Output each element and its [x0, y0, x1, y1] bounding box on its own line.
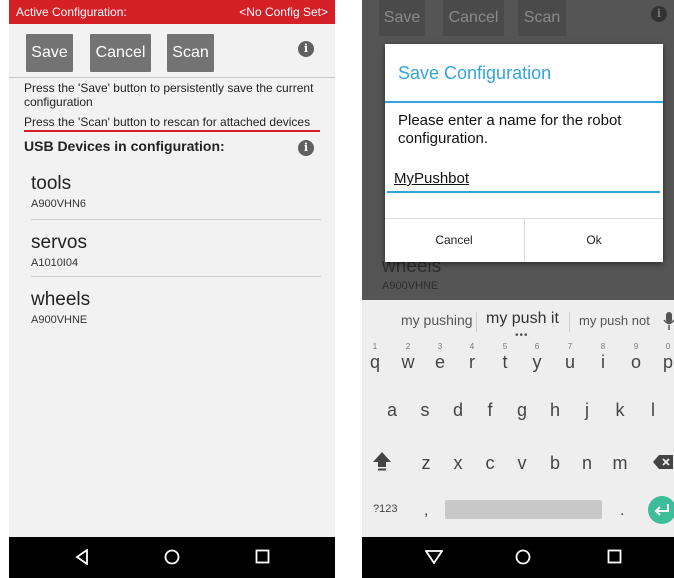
recents-icon[interactable]	[255, 549, 270, 564]
device-name: tools	[31, 173, 72, 194]
right-phone-screen: Save Cancel Scan i wheels A900VHNE Save …	[362, 0, 674, 578]
key-s[interactable]: s	[413, 400, 437, 421]
key-c[interactable]: c	[478, 453, 502, 474]
config-name-value: MyPushbot	[394, 170, 470, 187]
device-item-wheels[interactable]: wheels A900VHNE	[31, 289, 321, 326]
left-phone-screen: Active Configuration: <No Config Set> Sa…	[9, 0, 335, 578]
list-divider	[31, 219, 321, 220]
device-serial: A1010I04	[31, 257, 79, 269]
key-u[interactable]: 7u	[558, 342, 582, 373]
navigation-bar	[362, 537, 674, 578]
key-i[interactable]: 8i	[591, 342, 615, 373]
key-d[interactable]: d	[446, 400, 470, 421]
key-w[interactable]: 2w	[396, 342, 420, 373]
key-k[interactable]: k	[608, 400, 632, 421]
more-suggestions-icon[interactable]: •••	[515, 330, 529, 341]
config-name-input[interactable]: MyPushbot	[387, 168, 660, 193]
suggestion-right[interactable]: my push not	[579, 313, 650, 328]
scan-button[interactable]: Scan	[167, 34, 214, 72]
scan-button-dimmed: Scan	[518, 0, 566, 36]
save-button[interactable]: Save	[26, 34, 73, 72]
key-h[interactable]: h	[543, 400, 567, 421]
soft-keyboard: my pushing my push it ••• my push not 1q…	[362, 300, 674, 537]
key-period[interactable]: .	[620, 502, 624, 520]
usb-devices-heading: USB Devices in configuration:	[24, 138, 225, 154]
key-o[interactable]: 9o	[624, 342, 648, 373]
device-item-tools[interactable]: tools A900VHN6	[31, 173, 321, 210]
device-name: wheels	[31, 289, 91, 310]
key-b[interactable]: b	[543, 453, 567, 474]
dialog-ok-button[interactable]: Ok	[525, 219, 663, 262]
key-y[interactable]: 6y	[525, 342, 549, 373]
cancel-button[interactable]: Cancel	[90, 34, 151, 72]
key-x[interactable]: x	[446, 453, 470, 474]
device-name: servos	[31, 232, 87, 253]
suggestion-divider	[569, 312, 570, 332]
dialog-prompt: Please enter a name for the robot config…	[398, 112, 622, 147]
config-name: <No Config Set>	[239, 5, 328, 19]
key-f[interactable]: f	[478, 400, 502, 421]
key-p[interactable]: 0p	[656, 342, 674, 373]
cancel-button-dimmed: Cancel	[443, 0, 504, 36]
save-hint-text: Press the 'Save' button to persistently …	[24, 81, 314, 109]
list-divider	[31, 276, 321, 277]
home-icon[interactable]	[164, 549, 180, 565]
key-v[interactable]: v	[510, 453, 534, 474]
save-button-dimmed: Save	[379, 0, 425, 36]
dialog-title-divider	[385, 101, 663, 103]
key-l[interactable]: l	[641, 400, 665, 421]
key-r[interactable]: 4r	[460, 342, 484, 373]
recents-icon[interactable]	[607, 549, 622, 564]
divider	[9, 77, 335, 78]
scan-hint-text: Press the 'Scan' button to rescan for at…	[24, 115, 311, 129]
key-a[interactable]: a	[380, 400, 404, 421]
enter-icon	[654, 504, 669, 516]
key-e[interactable]: 3e	[428, 342, 452, 373]
key-z[interactable]: z	[414, 453, 438, 474]
suggestion-center[interactable]: my push it	[486, 310, 559, 328]
red-divider	[24, 130, 320, 132]
key-t[interactable]: 5t	[493, 342, 517, 373]
suggestion-left[interactable]: my pushing	[401, 312, 473, 328]
device-serial: A900VHN6	[31, 198, 87, 210]
spacebar[interactable]	[445, 500, 602, 519]
navigation-bar	[9, 537, 335, 578]
device-serial: A900VHNE	[31, 314, 88, 326]
device-serial-dimmed: A900VHNE	[382, 280, 439, 292]
key-q[interactable]: 1q	[363, 342, 387, 373]
usb-info-icon[interactable]: i	[298, 140, 314, 156]
hide-keyboard-icon[interactable]	[425, 550, 443, 564]
dialog-title: Save Configuration	[398, 63, 552, 83]
microphone-icon[interactable]	[663, 311, 674, 331]
info-icon-dimmed: i	[651, 6, 667, 22]
info-icon[interactable]: i	[298, 41, 314, 57]
back-icon[interactable]	[75, 549, 89, 565]
suggestion-divider	[476, 312, 477, 332]
shift-icon[interactable]	[372, 451, 392, 471]
dialog-cancel-button[interactable]: Cancel	[385, 219, 523, 262]
key-g[interactable]: g	[510, 400, 534, 421]
device-item-servos[interactable]: servos A1010I04	[31, 232, 321, 269]
key-j[interactable]: j	[575, 400, 599, 421]
active-configuration-label: Active Configuration:	[16, 5, 127, 19]
key-n[interactable]: n	[575, 453, 599, 474]
symbols-key[interactable]: ?123	[373, 503, 397, 515]
home-icon[interactable]	[515, 549, 531, 565]
key-m[interactable]: m	[608, 453, 632, 474]
enter-key[interactable]	[648, 496, 674, 524]
key-comma[interactable]: ,	[424, 502, 428, 520]
active-configuration-bar: Active Configuration: <No Config Set>	[9, 0, 335, 24]
save-configuration-dialog: Save Configuration Please enter a name f…	[385, 44, 663, 262]
backspace-icon[interactable]	[652, 454, 674, 470]
